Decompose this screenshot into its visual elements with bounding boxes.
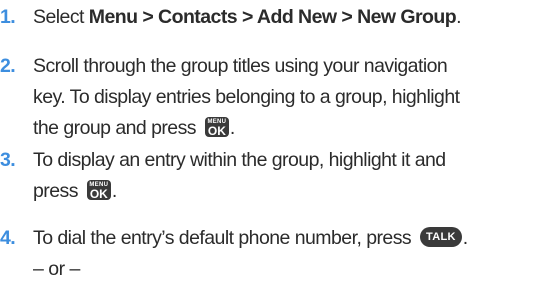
step-line: To dial the entry’s default phone number… [33,223,553,254]
step-text-prefix: the group and press [33,117,201,139]
step-text-prefix: press [33,180,83,202]
step-line: the group and press MENU OK. [33,113,553,144]
step-text: Scroll through the group titles using yo… [33,51,553,144]
talk-key-icon: TALK [420,226,462,247]
menu-ok-key-icon: MENU OK [204,116,229,138]
step-line: Scroll through the group titles using yo… [33,55,448,77]
step-text-suffix: . [229,117,235,139]
step-text-suffix: . [111,180,117,202]
step-text-prefix: To dial the entry’s default phone number… [33,227,416,249]
step-line: press MENU OK. [33,176,553,207]
instructions-page: 1. Select Menu > Contacts > Add New > Ne… [0,0,553,280]
step-text-prefix: Select [33,6,89,28]
step-text: To display an entry within the group, hi… [33,145,553,207]
step-text: Select Menu > Contacts > Add New > New G… [33,2,553,33]
step-text-suffix: . [462,227,468,249]
key-big-label: OK [207,123,226,138]
step-number: 2. [0,55,16,77]
menu-path: Menu > Contacts > Add New > New Group [88,6,457,28]
step-text: To dial the entry’s default phone number… [33,223,553,254]
step-number: 3. [0,149,16,171]
step-number: 1. [0,6,16,28]
step-number: 4. [0,227,16,249]
step-text-suffix: . [456,6,461,28]
step-line: key. To display entries belonging to a g… [33,86,460,108]
menu-ok-key-icon: MENU OK [86,179,111,201]
key-big-label: OK [89,186,108,201]
step-line: To display an entry within the group, hi… [33,149,446,171]
